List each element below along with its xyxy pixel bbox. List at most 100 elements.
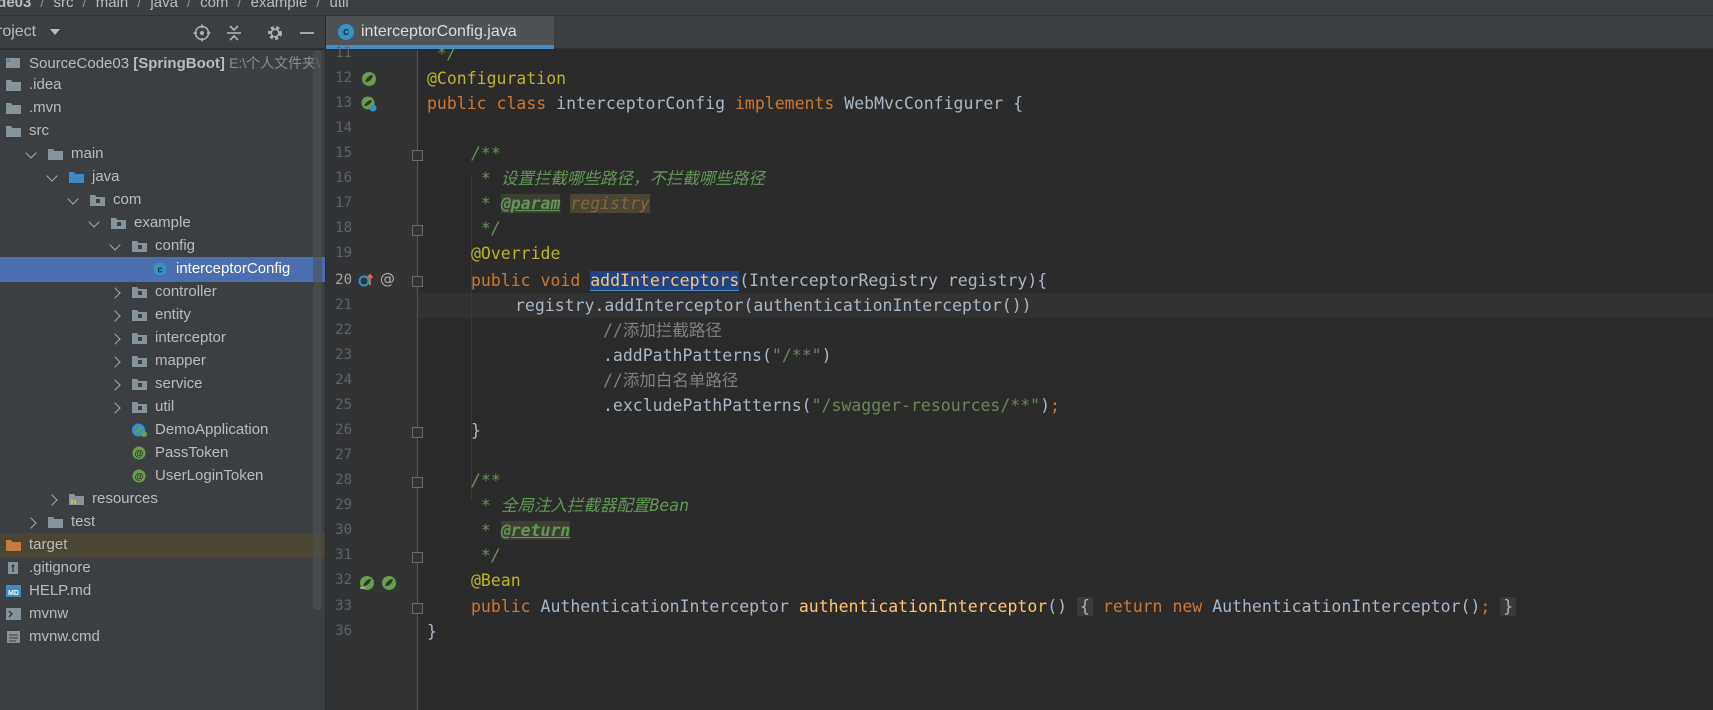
tree-item-test[interactable]: test <box>0 510 325 535</box>
code-line-12: @Configuration <box>427 69 567 88</box>
fold-marker[interactable] <box>412 276 423 287</box>
code-line-36: } <box>427 622 437 641</box>
chevron-right-icon[interactable] <box>46 494 58 506</box>
code-line-25: .excludePathPatterns("/swagger-resources… <box>603 396 1060 415</box>
tree-item-sourcecode03[interactable]: SourceCode03 [SpringBoot] E:\个人文件夹\ <box>0 50 325 75</box>
tree-item-example[interactable]: example <box>0 211 325 236</box>
tree-item-target[interactable]: target <box>0 533 325 558</box>
tree-item-label: SourceCode03 [SpringBoot] E:\个人文件夹\ <box>29 55 321 72</box>
project-view-selector[interactable]: roject <box>0 23 36 41</box>
line-number: 20 <box>335 272 352 288</box>
chevron-right-icon[interactable] <box>25 517 37 529</box>
folded-code-close[interactable]: } <box>1500 597 1517 616</box>
chevron-down-icon[interactable] <box>50 29 60 35</box>
chevron-down-icon[interactable] <box>46 170 58 182</box>
implements-method-icon[interactable] <box>358 272 374 288</box>
fold-marker[interactable] <box>412 427 423 438</box>
tree-item-config[interactable]: config <box>0 234 325 259</box>
at-annotation-icon[interactable]: @ <box>380 270 395 288</box>
tree-item-src[interactable]: src <box>0 119 325 144</box>
line-number: 25 <box>335 397 352 413</box>
tree-item-userlogintoken[interactable]: @ UserLoginToken <box>0 464 325 489</box>
code-line-11: */ <box>427 44 457 63</box>
spring-config-icon[interactable] <box>361 96 377 112</box>
tree-item-controller[interactable]: controller <box>0 280 325 305</box>
tree-item-label: target <box>29 536 68 553</box>
chevron-down-icon[interactable] <box>25 147 37 159</box>
chevron-right-icon[interactable] <box>109 402 121 414</box>
tree-item-label: DemoApplication <box>155 421 269 438</box>
chevron-right-icon[interactable] <box>109 287 121 299</box>
module-icon <box>5 55 22 69</box>
chevron-down-icon[interactable] <box>88 216 100 228</box>
locate-target-icon[interactable] <box>193 24 211 42</box>
tree-item-passtoken[interactable]: @ PassToken <box>0 441 325 466</box>
tree-item-interceptorconfig[interactable]: c interceptorConfig <box>0 257 325 282</box>
tree-item-mvnw-cmd[interactable]: mvnw.cmd <box>0 625 325 650</box>
line-number: 14 <box>335 120 352 136</box>
tree-item-resources[interactable]: resources <box>0 487 325 512</box>
breadcrumb-item-util[interactable]: util <box>329 0 348 11</box>
breadcrumb-item-com[interactable]: com <box>200 0 228 11</box>
fold-marker[interactable] <box>412 477 423 488</box>
tree-item-gitignore[interactable]: .gitignore <box>0 556 325 581</box>
java-class-icon: c <box>152 262 169 276</box>
tree-item-mapper[interactable]: mapper <box>0 349 325 374</box>
code-line-21: registry.addInterceptor(authenticationIn… <box>515 296 1032 315</box>
code-line-29: * 全局注入拦截器配置Bean <box>471 496 690 515</box>
breadcrumb-item-main[interactable]: main <box>96 0 129 11</box>
breadcrumb-item-example[interactable]: example <box>251 0 308 11</box>
fold-marker[interactable] <box>412 552 423 563</box>
tree-scrollbar[interactable] <box>313 50 322 610</box>
spring-bean-icon[interactable] <box>361 71 377 87</box>
gear-icon[interactable] <box>266 24 284 42</box>
chevron-right-icon[interactable] <box>109 356 121 368</box>
line-number: 16 <box>335 170 352 186</box>
tree-item-label: resources <box>92 490 158 507</box>
code-line-28: /** <box>471 471 501 490</box>
breadcrumb-item-ode03[interactable]: ode03 <box>0 0 31 11</box>
tree-item-main[interactable]: main <box>0 142 325 167</box>
tree-item-idea[interactable]: .idea <box>0 73 325 98</box>
minimize-icon[interactable] <box>298 24 316 42</box>
breadcrumb-separator: / <box>316 0 321 11</box>
fold-marker[interactable] <box>412 150 423 161</box>
code-line-23: .addPathPatterns("/**") <box>603 346 832 365</box>
code-line-13: public class interceptorConfig implement… <box>427 94 1024 113</box>
line-number: 17 <box>335 195 352 211</box>
tree-item-com[interactable]: com <box>0 188 325 213</box>
folded-code-open[interactable]: { <box>1077 597 1093 616</box>
tree-item-label: src <box>29 122 49 139</box>
tree-item-interceptor[interactable]: interceptor <box>0 326 325 351</box>
code-editor[interactable]: @ 11 12 13 14 15 16 17 18 19 20 21 22 23 24 25 26 27 28 29… <box>326 44 1713 710</box>
code-line-16: * 设置拦截哪些路径，不拦截哪些路径 <box>471 169 765 188</box>
package-icon <box>131 377 148 391</box>
breadcrumb-item-java[interactable]: java <box>150 0 178 11</box>
tree-item-help-md[interactable]: MD HELP.md <box>0 579 325 604</box>
tree-item-java[interactable]: java <box>0 165 325 190</box>
line-number: 29 <box>335 497 352 513</box>
tree-item-mvnw[interactable]: mvnw <box>0 602 325 627</box>
chevron-down-icon[interactable] <box>67 193 79 205</box>
line-number: 21 <box>335 297 352 313</box>
breadcrumb-item-src[interactable]: src <box>54 0 74 11</box>
chevron-right-icon[interactable] <box>109 310 121 322</box>
chevron-right-icon[interactable] <box>109 379 121 391</box>
spring-bean-icon-2[interactable] <box>381 575 397 591</box>
tree-item-label: HELP.md <box>29 582 92 599</box>
tree-item-mvn[interactable]: .mvn <box>0 96 325 121</box>
tree-item-label: controller <box>155 283 217 300</box>
tree-item-util[interactable]: util <box>0 395 325 420</box>
svg-text:@: @ <box>135 472 144 482</box>
fold-marker[interactable] <box>412 225 423 236</box>
spring-bean-method-icon[interactable] <box>359 575 375 591</box>
chevron-down-icon[interactable] <box>109 239 121 251</box>
tree-item-entity[interactable]: entity <box>0 303 325 328</box>
code-line-33: public AuthenticationInterceptor authent… <box>471 594 1517 619</box>
tree-item-label: example <box>134 214 191 231</box>
fold-marker[interactable] <box>412 603 423 614</box>
tree-item-service[interactable]: service <box>0 372 325 397</box>
chevron-right-icon[interactable] <box>109 333 121 345</box>
tree-item-demoapplication[interactable]: DemoApplication <box>0 418 325 443</box>
collapse-all-icon[interactable] <box>225 24 243 42</box>
